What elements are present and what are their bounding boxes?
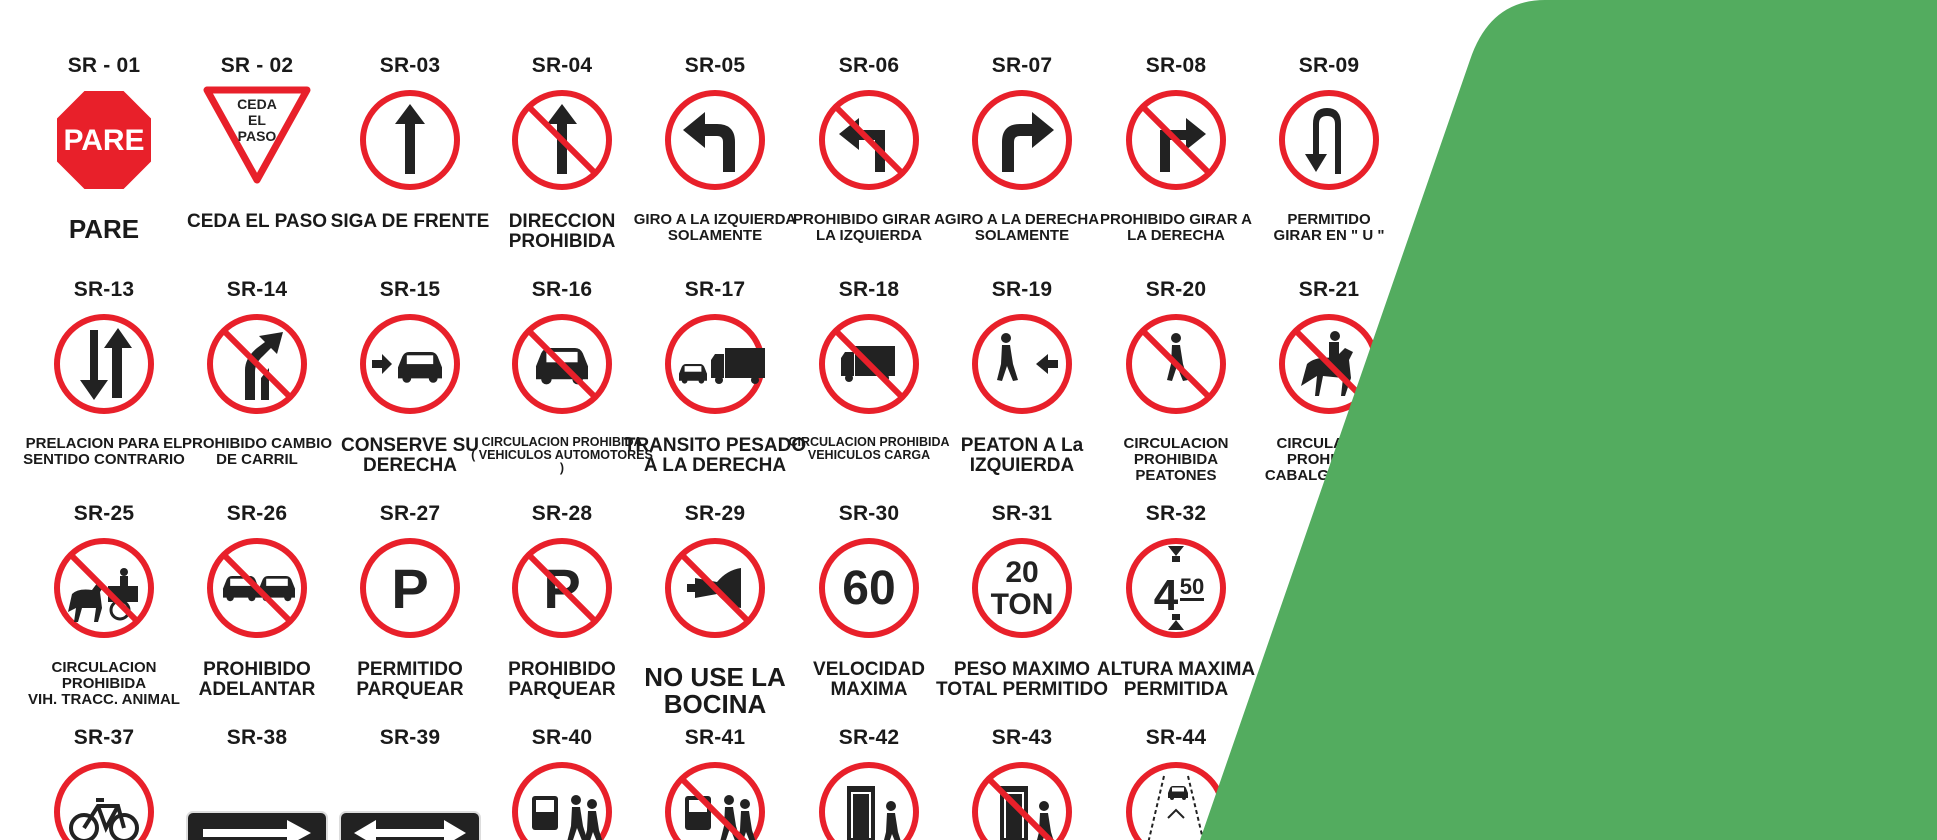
no-horn-icon xyxy=(665,532,765,644)
two-way-arrow-icon xyxy=(339,756,481,840)
sign-caption: CIRCULACION PROHIBIDA CABALGADURAS xyxy=(1264,435,1394,484)
bike-lane-icon xyxy=(1126,756,1226,840)
speed-limit-icon: 60 xyxy=(819,532,919,644)
sign-code: SR-18 xyxy=(838,278,900,301)
sign-code: SR-07 xyxy=(991,54,1053,77)
keep-right-car-icon xyxy=(360,308,460,420)
arrow-up-icon xyxy=(360,84,460,196)
sign-code: SR-37 xyxy=(73,726,135,749)
sign-code: SR-19 xyxy=(991,278,1053,301)
svg-text:60: 60 xyxy=(842,562,895,615)
sign-code: SR - 02 xyxy=(220,54,294,77)
sign-code: SR-04 xyxy=(531,54,593,77)
sign-code: SR-26 xyxy=(226,502,288,525)
no-pedestrians-icon xyxy=(1126,308,1226,420)
pedestrian-left-icon xyxy=(972,308,1072,420)
sign-code: SR-41 xyxy=(684,726,746,749)
sign-code: SR-43 xyxy=(991,726,1053,749)
no-right-turn-icon xyxy=(1126,84,1226,196)
sign-code: SR-14 xyxy=(226,278,288,301)
no-bus-stop-icon xyxy=(665,756,765,840)
svg-text:CEDA: CEDA xyxy=(237,96,277,112)
bicycle-icon xyxy=(54,756,154,840)
traffic-signs-chart: SR - 01 PARE PARE SR - 02 CEDA EL PASO CEDA EL … xyxy=(0,0,1937,840)
svg-text:4: 4 xyxy=(1154,571,1179,620)
two-way-priority-icon xyxy=(54,308,154,420)
sign-code: SR - 01 xyxy=(67,54,141,77)
sign-code: SR-39 xyxy=(379,726,441,749)
parking-icon: P xyxy=(360,532,460,644)
svg-text:PASO: PASO xyxy=(238,128,277,144)
truck-right-icon xyxy=(665,308,765,420)
sign-code: SR-15 xyxy=(379,278,441,301)
svg-text:50: 50 xyxy=(1180,574,1204,599)
no-overtaking-icon xyxy=(207,532,307,644)
no-loading-zone-icon xyxy=(972,756,1072,840)
sign-code: SR-03 xyxy=(379,54,441,77)
svg-text:TON: TON xyxy=(991,588,1054,621)
stop-octagon-icon: PARE xyxy=(54,84,154,196)
svg-text:P: P xyxy=(391,557,428,620)
u-turn-icon xyxy=(1279,84,1379,196)
sign-code: SR-21 xyxy=(1298,278,1360,301)
weight-limit-icon: 20 TON xyxy=(972,532,1072,644)
sign-code: SR-32 xyxy=(1145,502,1207,525)
sign-code: SR-16 xyxy=(531,278,593,301)
no-cars-icon xyxy=(512,308,612,420)
svg-text:20: 20 xyxy=(1005,556,1038,589)
svg-text:EL: EL xyxy=(248,112,266,128)
sign-code: SR-40 xyxy=(531,726,593,749)
no-left-turn-icon xyxy=(819,84,919,196)
no-lane-change-icon xyxy=(207,308,307,420)
sign-code: SR-28 xyxy=(531,502,593,525)
sign-code: SR-42 xyxy=(838,726,900,749)
sign-code: SR-09 xyxy=(1298,54,1360,77)
bus-stop-icon xyxy=(512,756,612,840)
sign-code: SR-38 xyxy=(226,726,288,749)
no-horses-icon xyxy=(1279,308,1379,420)
sign-code: SR-25 xyxy=(73,502,135,525)
one-way-arrow-icon xyxy=(186,756,328,840)
sign-code: SR-30 xyxy=(838,502,900,525)
no-straight-icon xyxy=(512,84,612,196)
sign-code: SR-05 xyxy=(684,54,746,77)
sign-code: SR-06 xyxy=(838,54,900,77)
sign-code: SR-27 xyxy=(379,502,441,525)
svg-text:PARE: PARE xyxy=(63,124,144,157)
loading-zone-icon xyxy=(819,756,919,840)
no-trucks-icon xyxy=(819,308,919,420)
sign-code: SR-31 xyxy=(991,502,1053,525)
sign-code: SR-44 xyxy=(1145,726,1207,749)
yield-triangle-icon: CEDA EL PASO xyxy=(203,84,311,196)
sign-caption: ALTURA MAXIMA PERMITIDA xyxy=(1096,659,1256,700)
no-parking-icon: P xyxy=(512,532,612,644)
sign-code: SR-13 xyxy=(73,278,135,301)
sign-code: SR-17 xyxy=(684,278,746,301)
sign-code: SR-29 xyxy=(684,502,746,525)
turn-left-icon xyxy=(665,84,765,196)
sign-caption: PERMITIDO GIRAR EN " U " xyxy=(1273,211,1385,244)
sign-code: SR-20 xyxy=(1145,278,1207,301)
no-animal-carts-icon xyxy=(54,532,154,644)
sign-code: SR-08 xyxy=(1145,54,1207,77)
turn-right-icon xyxy=(972,84,1072,196)
height-limit-icon: 4 50 xyxy=(1126,532,1226,644)
